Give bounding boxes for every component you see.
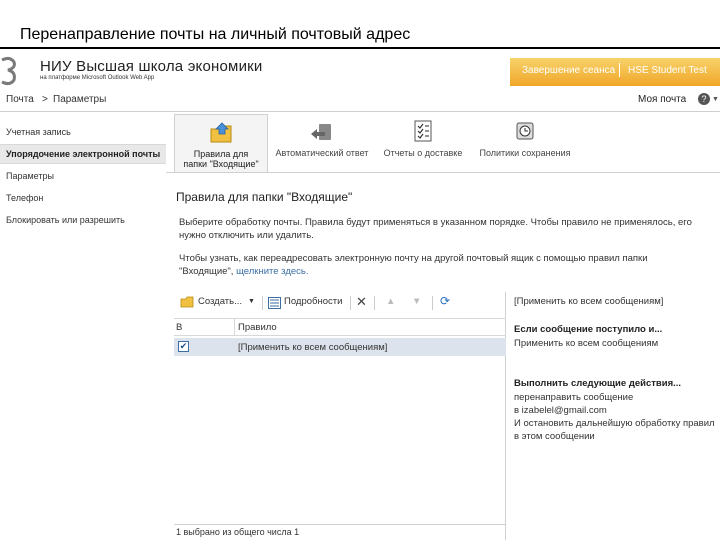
tab-auto-reply[interactable]: Автоматический ответ — [274, 114, 370, 172]
rules-description: Выберите обработку почты. Правила будут … — [179, 217, 692, 241]
tab-auto-reply-label: Автоматический ответ — [275, 148, 369, 158]
tab-inbox-rules-label-2: папки "Входящие" — [183, 159, 259, 169]
sidebar-item-account[interactable]: Учетная запись — [6, 127, 71, 137]
column-divider — [234, 319, 235, 335]
ribbon-divider — [166, 172, 720, 173]
breadcrumb-options[interactable]: Параметры — [53, 94, 106, 105]
org-name: НИУ Высшая школа экономики — [40, 58, 263, 75]
toolbar-divider — [262, 296, 263, 310]
tab-inbox-rules-label-1: Правила для — [193, 149, 249, 159]
slide-underline — [0, 47, 720, 49]
breadcrumb-mail[interactable]: Почта — [6, 94, 34, 105]
tab-delivery-reports[interactable]: Отчеты о доставке — [382, 114, 464, 172]
action-line-4: в этом сообщении — [514, 431, 595, 442]
forwarding-help-text: Чтобы узнать, как переадресовать электро… — [179, 252, 679, 278]
delete-icon[interactable]: ✕ — [356, 294, 367, 310]
breadcrumb-separator: > — [42, 94, 48, 105]
tab-retention-policies-label: Политики сохранения — [479, 148, 571, 158]
ribbon: Правила для папки "Входящие" Автоматичес… — [170, 114, 720, 174]
action-line-2: в izabelel@gmail.com — [514, 405, 607, 416]
table-row[interactable]: ✔ [Применить ко всем сообщениям] — [174, 338, 506, 356]
action-line-3: И остановить дальнейшую обработку правил — [514, 418, 715, 429]
column-enabled[interactable]: В — [176, 322, 182, 333]
details-icon — [268, 297, 281, 309]
rule-enabled-checkbox[interactable]: ✔ — [178, 341, 189, 352]
slide-title: Перенаправление почты на личный почтовый… — [20, 26, 411, 43]
signout-link[interactable]: Завершение сеанса — [522, 65, 615, 76]
rules-list-pane: Создать... ▼ Подробности ✕ ▲ ▼ ⟳ В Прави… — [174, 292, 506, 540]
page-title: Правила для папки "Входящие" — [176, 190, 353, 204]
retention-policy-icon — [516, 122, 534, 140]
grid-header: В Правило — [174, 318, 506, 336]
chevron-down-icon[interactable]: ▼ — [712, 96, 719, 103]
help-icon[interactable]: ? — [698, 93, 710, 105]
column-rule[interactable]: Правило — [238, 322, 277, 333]
details-button[interactable]: Подробности — [284, 296, 342, 307]
selection-count: 1 выбрано из общего числа 1 — [176, 527, 300, 537]
action-line-1: перенаправить сообщение — [514, 392, 634, 403]
new-rule-button[interactable]: Создать... — [198, 296, 242, 307]
header-divider — [619, 63, 620, 77]
auto-reply-icon — [311, 124, 331, 140]
action-title: Выполнить следующие действия... — [514, 378, 682, 389]
sidebar-item-settings[interactable]: Параметры — [6, 171, 54, 181]
condition-value: Применить ко всем сообщениям — [514, 338, 659, 349]
rule-name: [Применить ко всем сообщениям] — [238, 342, 388, 353]
toolbar-divider — [432, 296, 433, 310]
org-subtitle: на платформе Microsoft Outlook Web App — [40, 75, 155, 81]
new-folder-icon — [180, 296, 194, 308]
sidebar-item-phone[interactable]: Телефон — [6, 193, 43, 203]
grid-footer: 1 выбрано из общего числа 1 — [174, 524, 506, 540]
sidebar-item-block-allow[interactable]: Блокировать или разрешить — [6, 215, 125, 225]
user-name[interactable]: HSE Student Test — [628, 65, 707, 76]
tab-delivery-reports-label: Отчеты о доставке — [383, 148, 463, 158]
click-here-link[interactable]: щелкните здесь. — [236, 266, 308, 277]
condition-title: Если сообщение поступило и... — [514, 324, 663, 335]
sidebar-item-label: Упорядочение электронной почты — [6, 149, 161, 159]
my-mail-link[interactable]: Моя почта — [638, 94, 686, 105]
detail-header: [Применить ко всем сообщениям] — [514, 296, 664, 307]
delivery-report-icon — [414, 120, 432, 142]
inbox-rules-icon — [210, 122, 232, 143]
sidebar-item-organize-mail[interactable]: Упорядочение электронной почты — [0, 144, 166, 164]
toolbar-divider — [374, 296, 375, 310]
refresh-icon[interactable]: ⟳ — [440, 294, 450, 308]
move-down-icon[interactable]: ▼ — [412, 296, 421, 307]
move-up-icon[interactable]: ▲ — [386, 296, 395, 307]
tab-inbox-rules[interactable]: Правила для папки "Входящие" — [174, 114, 268, 172]
toolbar-divider — [350, 296, 351, 310]
hse-logo-icon — [1, 56, 16, 86]
sidebar: Учетная запись Упорядочение электронной … — [0, 114, 166, 540]
tab-retention-policies[interactable]: Политики сохранения — [476, 114, 574, 172]
owa-screenshot: НИУ Высшая школа экономики на платформе … — [0, 52, 720, 540]
breadcrumb — [0, 88, 720, 112]
chevron-down-icon[interactable]: ▼ — [248, 298, 255, 305]
